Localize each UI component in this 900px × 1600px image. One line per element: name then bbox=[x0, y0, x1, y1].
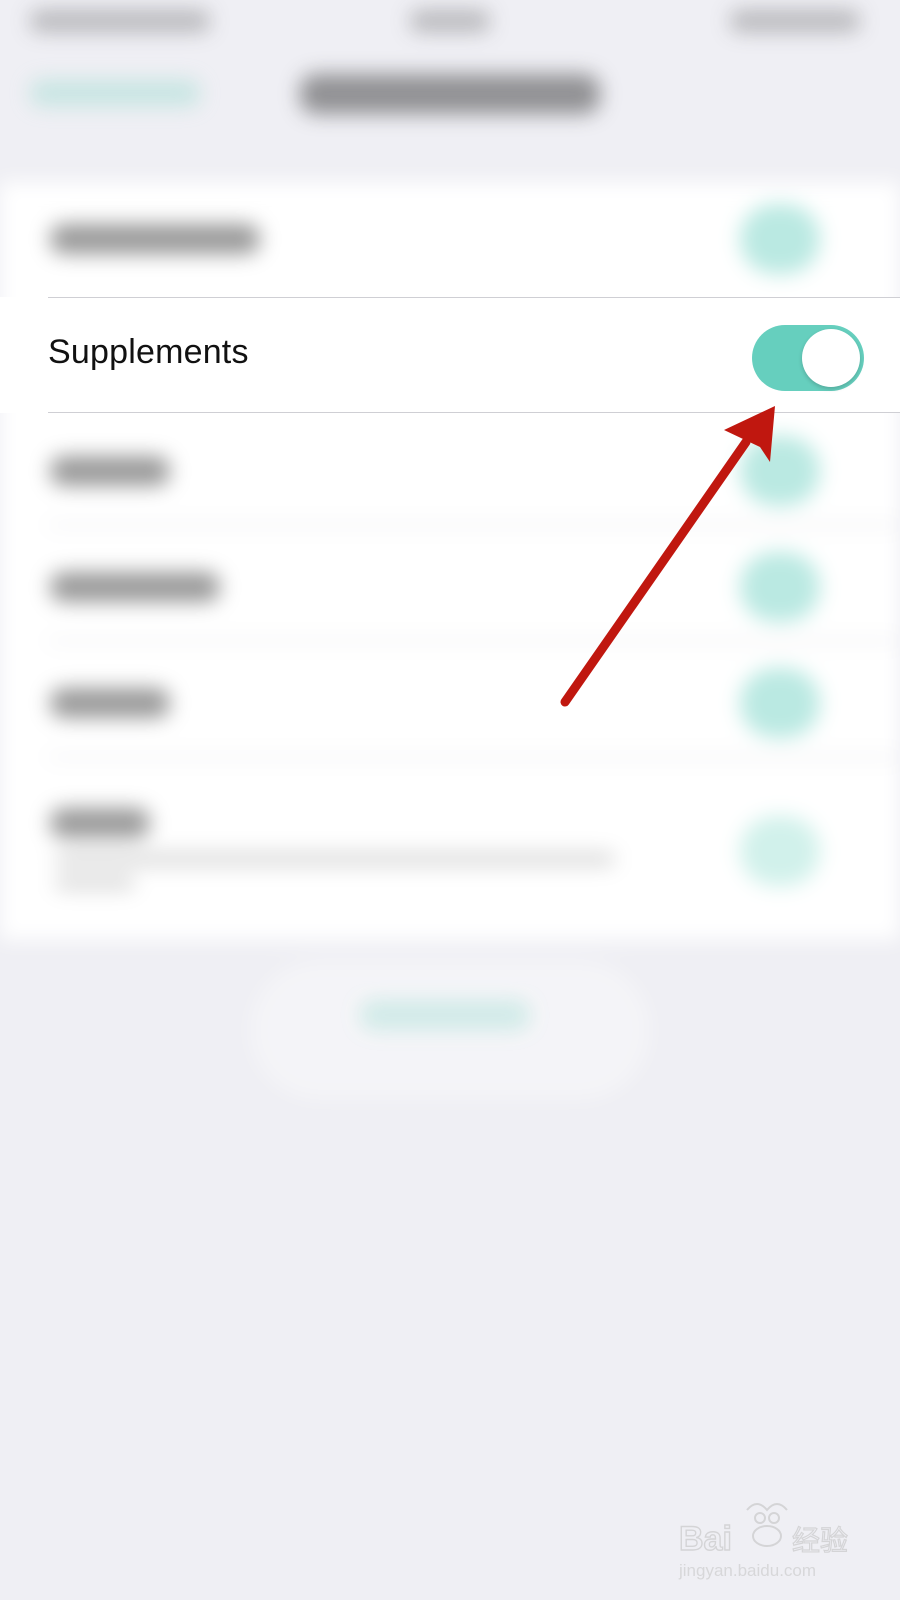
row-divider bbox=[48, 297, 900, 298]
page-title bbox=[300, 74, 600, 114]
settings-row-toggle[interactable] bbox=[740, 552, 820, 622]
settings-row-label bbox=[50, 572, 220, 602]
svg-text:Bai: Bai bbox=[679, 1520, 732, 1558]
settings-row bbox=[0, 772, 900, 922]
svg-text:经验: 经验 bbox=[792, 1524, 848, 1557]
back-button[interactable] bbox=[30, 80, 200, 106]
settings-row-toggle[interactable] bbox=[740, 204, 820, 274]
settings-row-toggle[interactable] bbox=[740, 668, 820, 738]
settings-row-label bbox=[50, 808, 150, 838]
settings-row-label bbox=[50, 456, 170, 486]
status-bar bbox=[0, 0, 900, 44]
settings-row-label bbox=[50, 688, 170, 718]
row-divider bbox=[48, 756, 900, 758]
blurred-background bbox=[0, 0, 900, 1600]
footer-halo bbox=[250, 960, 650, 1100]
settings-row-description bbox=[55, 876, 135, 890]
settings-row-supplements: Supplements bbox=[0, 297, 900, 413]
status-battery bbox=[730, 10, 860, 32]
row-divider bbox=[48, 524, 900, 526]
baidu-watermark: Bai 经验 jingyan.baidu.com bbox=[677, 1492, 852, 1582]
toggle-knob bbox=[802, 329, 860, 387]
row-divider bbox=[48, 640, 900, 642]
settings-list bbox=[0, 182, 900, 940]
baidu-watermark-logo: Bai 经验 jingyan.baidu.com bbox=[678, 1503, 849, 1580]
settings-row-toggle[interactable] bbox=[740, 816, 820, 886]
supplements-label: Supplements bbox=[48, 333, 249, 371]
footer-link[interactable] bbox=[360, 1000, 530, 1030]
settings-row bbox=[0, 532, 900, 642]
settings-row-description bbox=[55, 852, 615, 866]
status-carrier bbox=[30, 10, 210, 32]
status-time bbox=[410, 10, 490, 32]
svg-text:jingyan.baidu.com: jingyan.baidu.com bbox=[678, 1561, 816, 1580]
row-divider bbox=[48, 412, 900, 413]
settings-row bbox=[0, 648, 900, 758]
settings-row bbox=[0, 182, 900, 292]
supplements-toggle[interactable] bbox=[752, 325, 864, 391]
settings-row bbox=[0, 416, 900, 526]
settings-row-toggle[interactable] bbox=[740, 436, 820, 506]
navigation-bar bbox=[0, 44, 900, 144]
settings-row-label bbox=[50, 224, 260, 254]
